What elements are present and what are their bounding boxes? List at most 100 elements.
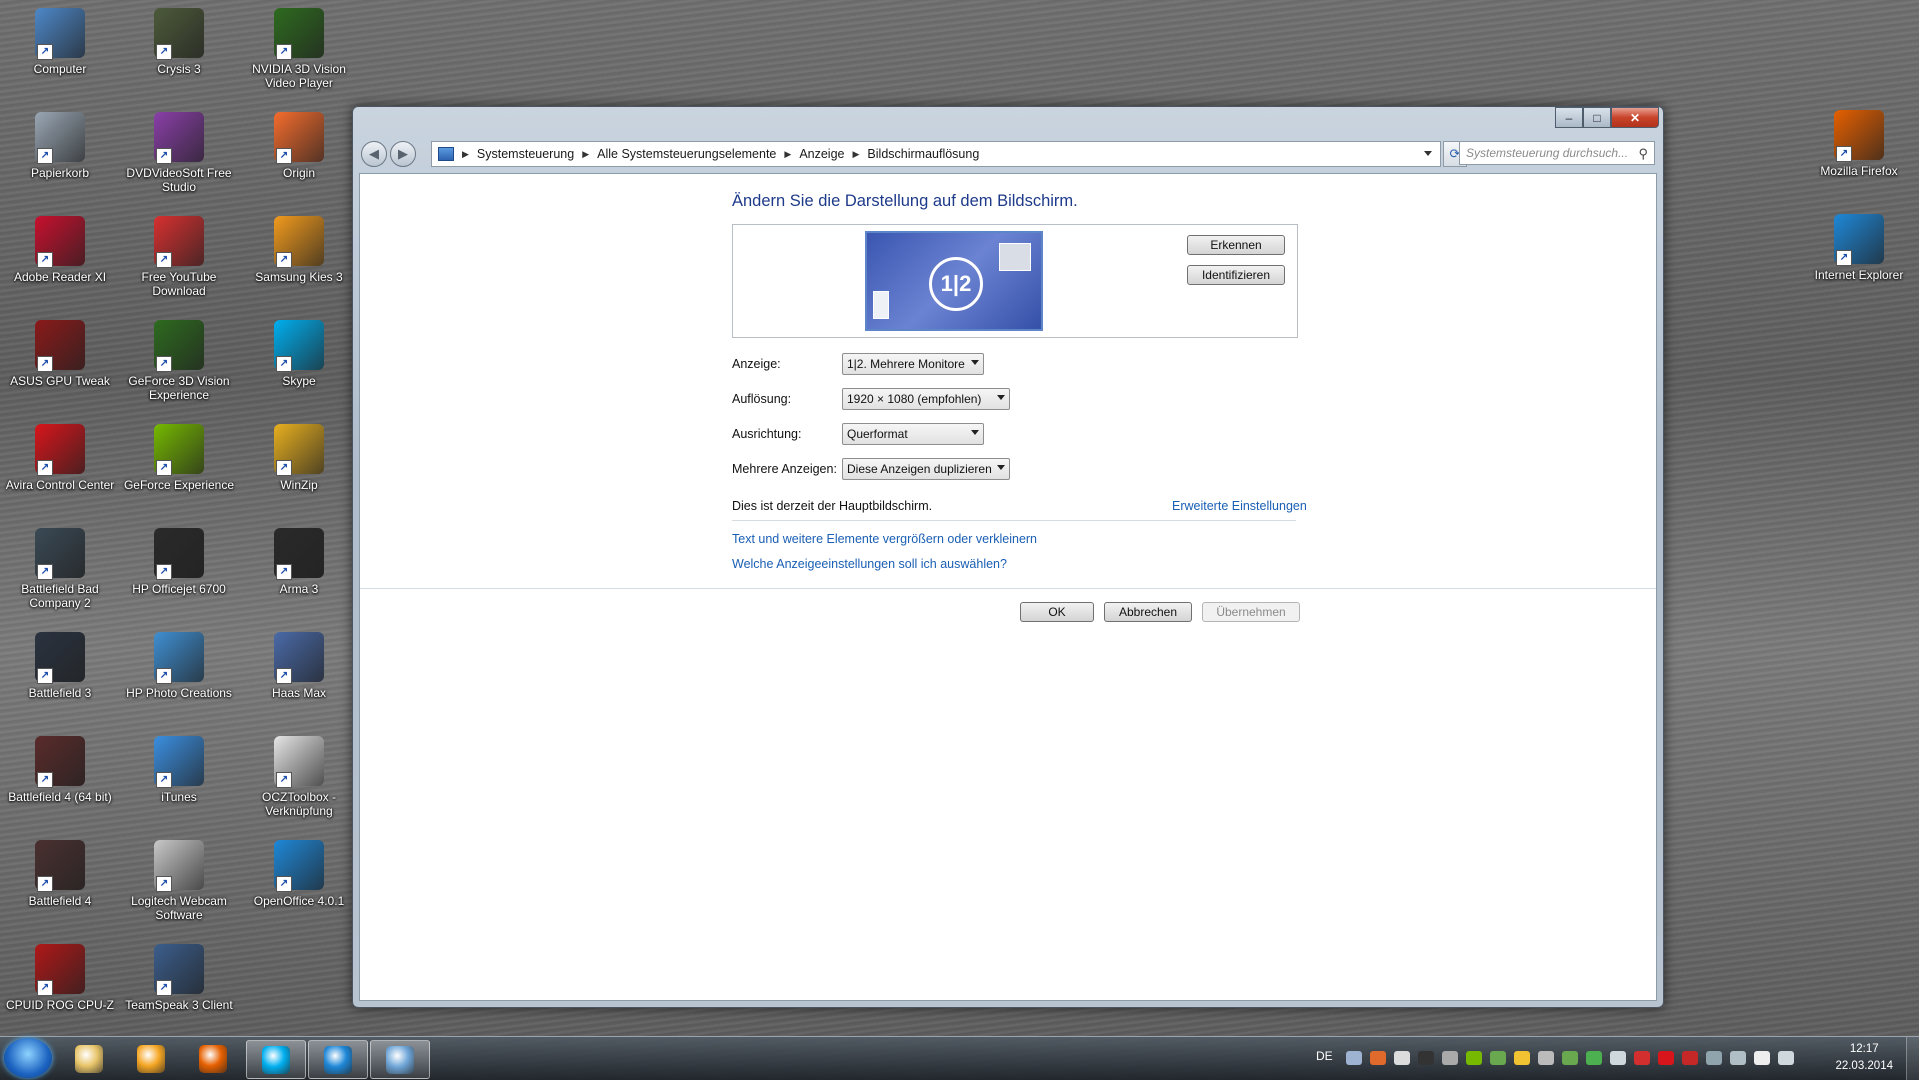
desktop-icon[interactable]: ↗ Logitech Webcam Software (119, 840, 239, 922)
search-icon[interactable]: ⚲ (1638, 146, 1648, 162)
breadcrumb-systemsteuerung[interactable]: Systemsteuerung (477, 147, 574, 161)
desktop-icon[interactable]: ↗ Free YouTube Download (119, 216, 239, 298)
desktop-icon[interactable]: ↗ TeamSpeak 3 Client (119, 944, 239, 1012)
which-settings-link[interactable]: Welche Anzeigeeinstellungen soll ich aus… (732, 557, 1007, 571)
desktop-icon[interactable]: ↗ Samsung Kies 3 (239, 216, 359, 284)
breadcrumb-separator: ▶ (462, 148, 469, 159)
forward-arrow-icon: ▶ (398, 146, 408, 161)
desktop-icon[interactable]: ↗ Computer (0, 8, 120, 76)
desktop-icon[interactable]: ↗ Origin (239, 112, 359, 180)
tray-icon[interactable] (1682, 1051, 1698, 1065)
breadcrumb-alle-elemente[interactable]: Alle Systemsteuerungselemente (597, 147, 776, 161)
desktop-icon[interactable]: ↗ Internet Explorer (1799, 214, 1919, 282)
back-button[interactable]: ◀ (361, 141, 387, 167)
desktop-icon[interactable]: ↗ DVDVideoSoft Free Studio (119, 112, 239, 194)
desktop-icon[interactable]: ↗ WinZip (239, 424, 359, 492)
desktop-icon-label: Crysis 3 (157, 62, 201, 76)
desktop-icon[interactable]: ↗ HP Officejet 6700 (119, 528, 239, 596)
taskbar-button[interactable] (122, 1040, 180, 1077)
forward-button[interactable]: ▶ (390, 141, 416, 167)
taskbar-button[interactable] (246, 1040, 306, 1079)
orientation-value: Querformat (847, 427, 908, 441)
breadcrumb-separator: ▶ (852, 148, 860, 159)
taskbar-button[interactable] (184, 1040, 242, 1077)
desktop-icon[interactable]: ↗ Battlefield 4 (0, 840, 120, 908)
tray-icon[interactable] (1490, 1051, 1506, 1065)
tray-icon[interactable] (1778, 1051, 1794, 1065)
desktop-icon[interactable]: ↗ Adobe Reader XI (0, 216, 120, 284)
desktop-icon[interactable]: ↗ Haas Max (239, 632, 359, 700)
shortcut-arrow-icon: ↗ (276, 356, 292, 372)
desktop-icon[interactable]: ↗ CPUID ROG CPU-Z (0, 944, 120, 1012)
text-size-link[interactable]: Text und weitere Elemente vergrößern ode… (732, 532, 1037, 546)
minimize-button[interactable]: – (1555, 107, 1583, 128)
maximize-button[interactable]: □ (1583, 107, 1611, 128)
desktop-icon[interactable]: ↗ Crysis 3 (119, 8, 239, 76)
desktop-icon[interactable]: ↗ HP Photo Creations (119, 632, 239, 700)
desktop-icon-label: Battlefield 3 (28, 686, 92, 700)
desktop-icon-label: ASUS GPU Tweak (10, 374, 110, 388)
tray-icon[interactable] (1754, 1051, 1770, 1065)
breadcrumb-bildschirmaufloesung[interactable]: Bildschirmauflösung (867, 147, 979, 161)
start-button[interactable] (4, 1038, 52, 1078)
desktop-icon[interactable]: ↗ OCZToolbox - Verknüpfung (239, 736, 359, 818)
desktop-icon[interactable]: ↗ Papierkorb (0, 112, 120, 180)
cancel-button[interactable]: Abbrechen (1104, 602, 1192, 622)
desktop-icon[interactable]: ↗ GeForce Experience (119, 424, 239, 492)
tray-icon[interactable] (1466, 1051, 1482, 1065)
advanced-settings-link[interactable]: Erweiterte Einstellungen (1172, 499, 1307, 513)
taskbar-button[interactable] (60, 1040, 118, 1077)
desktop-icon[interactable]: ↗ Battlefield 3 (0, 632, 120, 700)
desktop-icon[interactable]: ↗ OpenOffice 4.0.1 (239, 840, 359, 908)
detect-button[interactable]: Erkennen (1187, 235, 1285, 255)
tray-icon[interactable] (1418, 1051, 1434, 1065)
shortcut-arrow-icon: ↗ (276, 564, 292, 580)
tray-icon[interactable] (1586, 1051, 1602, 1065)
geforce-3d-vision-icon: ↗ (154, 320, 204, 372)
desktop-icon[interactable]: ↗ iTunes (119, 736, 239, 804)
desktop-icon[interactable]: ↗ Arma 3 (239, 528, 359, 596)
desktop-icon[interactable]: ↗ Mozilla Firefox (1799, 110, 1919, 178)
tray-icon[interactable] (1442, 1051, 1458, 1065)
search-input[interactable]: Systemsteuerung durchsuch... ⚲ (1459, 141, 1655, 165)
address-bar[interactable]: ▶ Systemsteuerung ▶ Alle Systemsteuerung… (431, 141, 1441, 167)
tray-icon[interactable] (1370, 1051, 1386, 1065)
tray-icon[interactable] (1538, 1051, 1554, 1065)
address-dropdown-icon[interactable] (1424, 151, 1432, 156)
desktop-icon[interactable]: ↗ Skype (239, 320, 359, 388)
tray-icon[interactable] (1562, 1051, 1578, 1065)
show-desktop-button[interactable] (1906, 1037, 1919, 1080)
display-select[interactable]: 1|2. Mehrere Monitore (842, 353, 984, 375)
taskbar-button[interactable] (370, 1040, 430, 1079)
language-indicator[interactable]: DE (1316, 1049, 1333, 1063)
breadcrumb-anzeige[interactable]: Anzeige (799, 147, 844, 161)
close-button[interactable]: ✕ (1611, 107, 1659, 128)
apply-button[interactable]: Übernehmen (1202, 602, 1300, 622)
battlefield-4-64-icon: ↗ (35, 736, 85, 788)
desktop-icon[interactable]: ↗ GeForce 3D Vision Experience (119, 320, 239, 402)
desktop-icon[interactable]: ↗ Battlefield 4 (64 bit) (0, 736, 120, 804)
desktop-icon[interactable]: ↗ NVIDIA 3D Vision Video Player (239, 8, 359, 90)
tray-icon[interactable] (1514, 1051, 1530, 1065)
shortcut-arrow-icon: ↗ (37, 980, 53, 996)
multiple-displays-select[interactable]: Diese Anzeigen duplizieren (842, 458, 1010, 480)
tray-icon[interactable] (1610, 1051, 1626, 1065)
desktop-icon[interactable]: ↗ ASUS GPU Tweak (0, 320, 120, 388)
ok-button[interactable]: OK (1020, 602, 1094, 622)
clock[interactable]: 12:17 22.03.2014 (1835, 1041, 1893, 1075)
orientation-select[interactable]: Querformat (842, 423, 984, 445)
monitor-thumbnail[interactable]: 1|2 (865, 231, 1043, 331)
tray-icon[interactable] (1346, 1051, 1362, 1065)
resolution-select[interactable]: 1920 × 1080 (empfohlen) (842, 388, 1010, 410)
media-player-icon (137, 1044, 165, 1073)
tray-icon[interactable] (1730, 1051, 1746, 1065)
tray-icon[interactable] (1634, 1051, 1650, 1065)
tray-icon[interactable] (1394, 1051, 1410, 1065)
identify-button[interactable]: Identifizieren (1187, 265, 1285, 285)
shortcut-arrow-icon: ↗ (37, 668, 53, 684)
tray-icon[interactable] (1706, 1051, 1722, 1065)
desktop-icon[interactable]: ↗ Battlefield Bad Company 2 (0, 528, 120, 610)
desktop-icon[interactable]: ↗ Avira Control Center (0, 424, 120, 492)
taskbar-button[interactable] (308, 1040, 368, 1079)
tray-icon[interactable] (1658, 1051, 1674, 1065)
